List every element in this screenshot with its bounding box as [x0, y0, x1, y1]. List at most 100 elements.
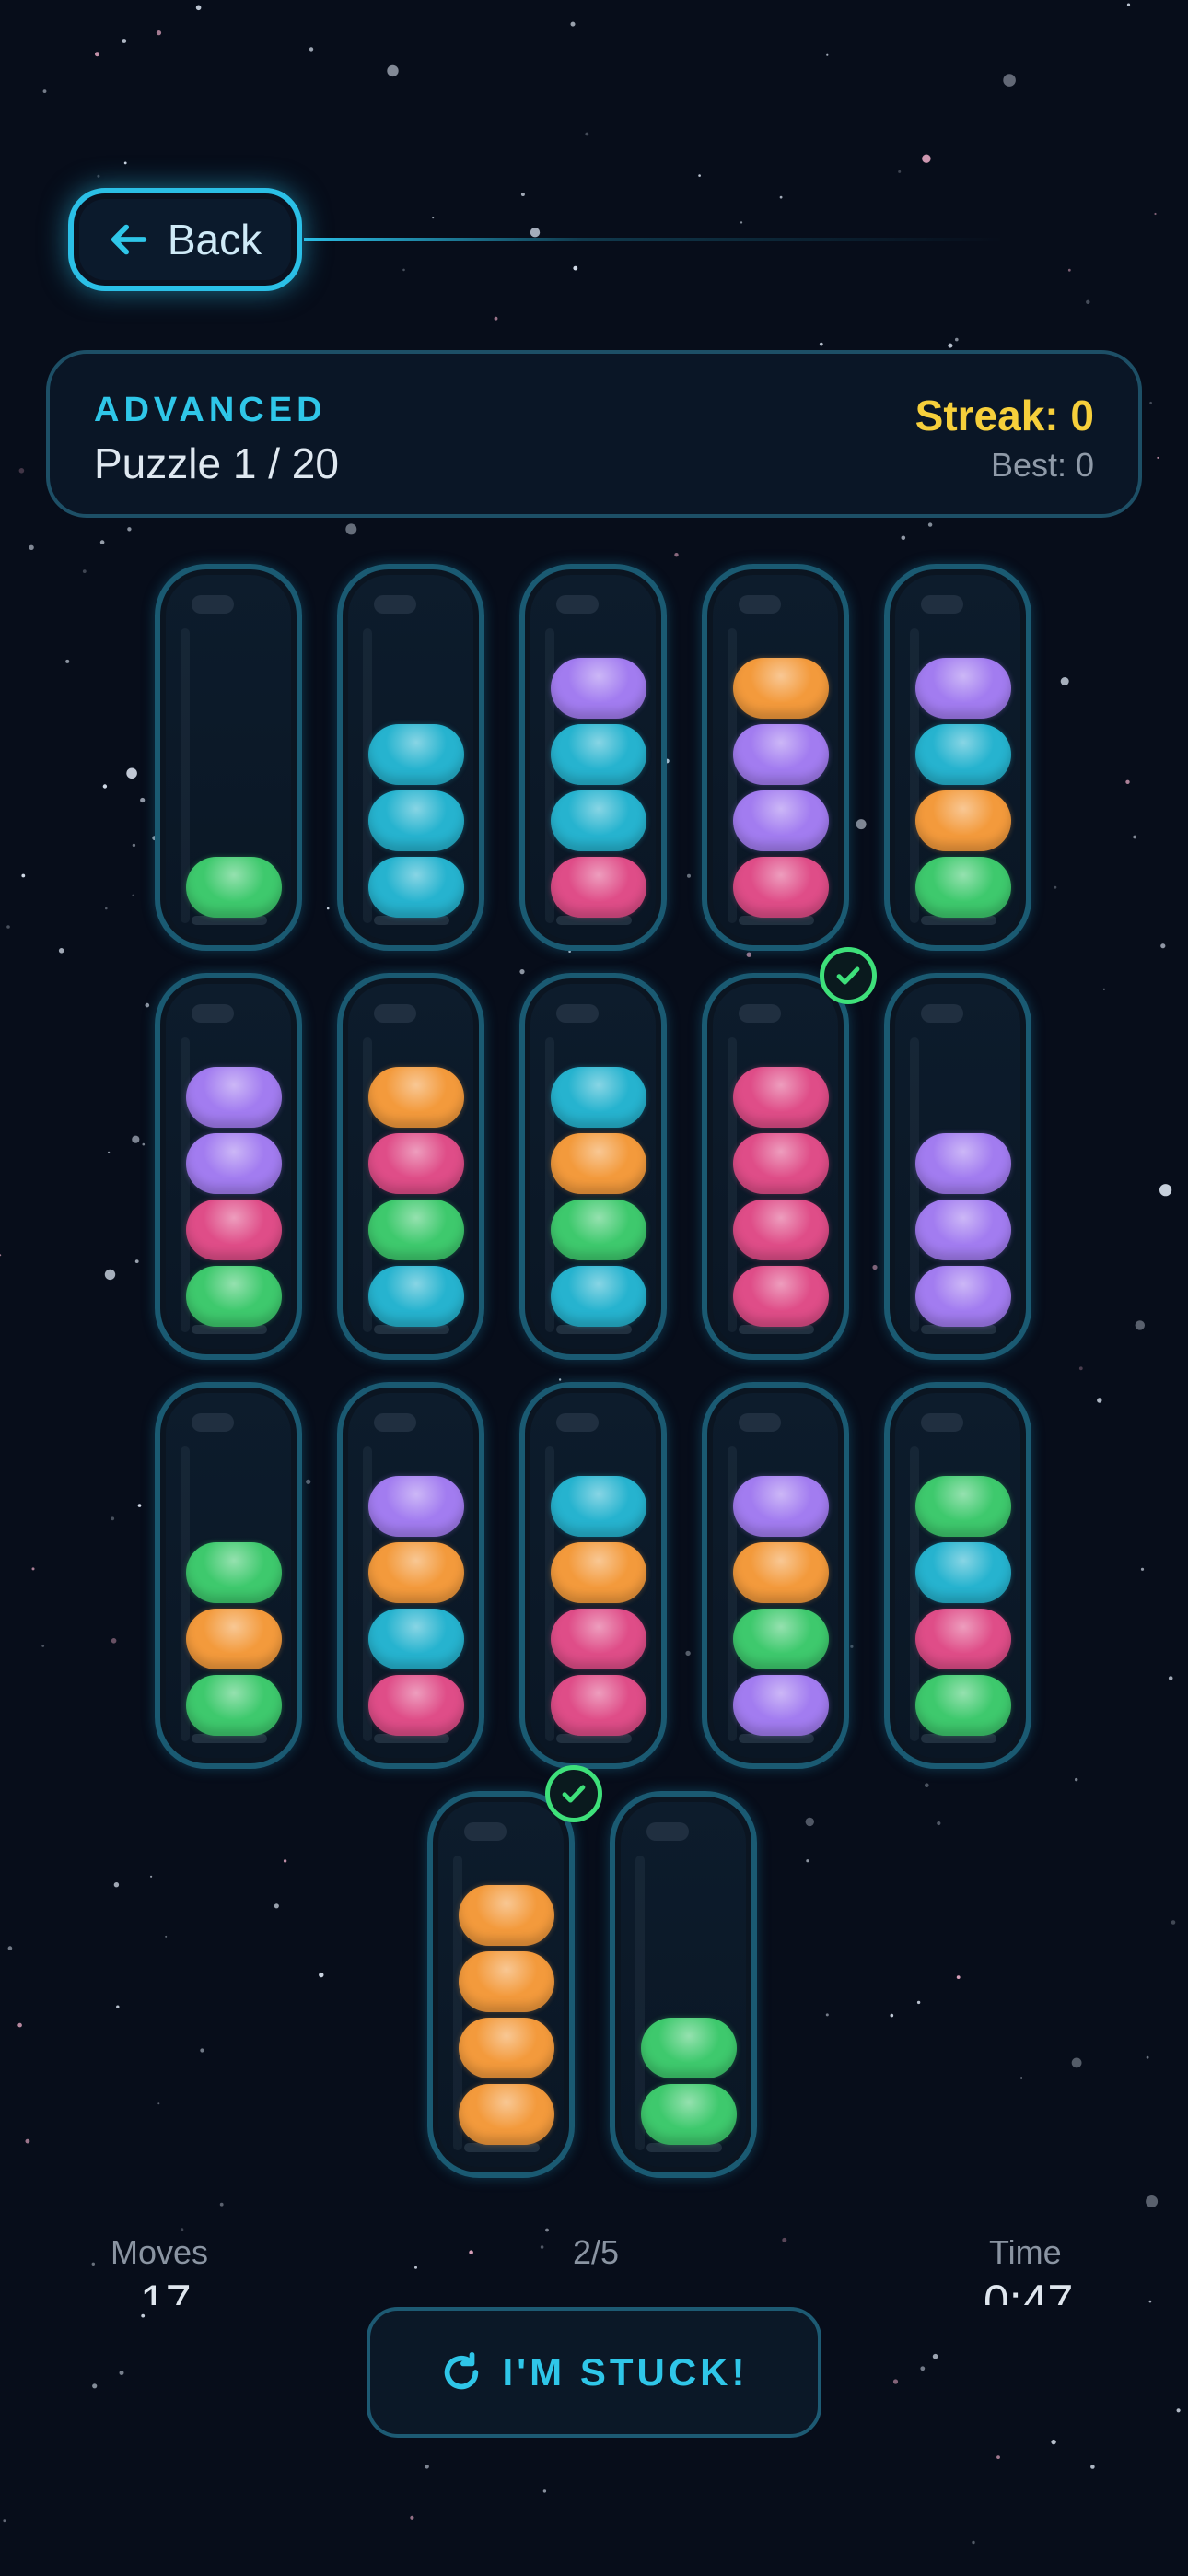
- tubes-solved-progress: 2/5: [573, 2233, 620, 2271]
- orange-ball: [368, 1542, 464, 1603]
- pink-ball: [186, 1200, 282, 1260]
- pink-ball: [733, 857, 829, 918]
- difficulty-label: ADVANCED: [94, 391, 327, 429]
- tube-1[interactable]: [155, 564, 302, 951]
- orange-ball: [459, 1885, 554, 1946]
- complete-check-icon: [545, 1765, 602, 1822]
- tube-12[interactable]: [337, 1382, 484, 1769]
- green-ball: [186, 1542, 282, 1603]
- cyan-ball: [551, 1476, 646, 1537]
- cyan-ball: [551, 1266, 646, 1327]
- cyan-ball: [551, 724, 646, 785]
- tube-highlight: [556, 1413, 599, 1432]
- cyan-ball: [368, 790, 464, 851]
- tube-7[interactable]: [337, 973, 484, 1360]
- cyan-ball: [368, 857, 464, 918]
- cyan-ball: [368, 1609, 464, 1669]
- green-ball: [641, 2018, 737, 2078]
- green-ball: [186, 1266, 282, 1327]
- back-button[interactable]: Back: [68, 188, 302, 291]
- purple-ball: [915, 1266, 1011, 1327]
- puzzle-counter: Puzzle 1 / 20: [94, 439, 339, 487]
- cyan-ball: [915, 724, 1011, 785]
- purple-ball: [733, 724, 829, 785]
- purple-ball: [915, 1200, 1011, 1260]
- tube-highlight: [556, 595, 599, 614]
- orange-ball: [459, 1951, 554, 2012]
- best-score: Best: 0: [990, 446, 1094, 484]
- tube-highlight: [192, 595, 234, 614]
- green-ball: [733, 1609, 829, 1669]
- purple-ball: [186, 1067, 282, 1128]
- im-stuck-button[interactable]: I'M STUCK!: [367, 2307, 821, 2438]
- orange-ball: [368, 1067, 464, 1128]
- tube-highlight: [374, 1004, 416, 1023]
- pink-ball: [551, 857, 646, 918]
- moves-value: 17: [140, 2276, 192, 2305]
- pink-ball: [733, 1200, 829, 1260]
- purple-ball: [368, 1476, 464, 1537]
- tube-17[interactable]: [610, 1791, 757, 2178]
- pink-ball: [915, 1609, 1011, 1669]
- tube-15[interactable]: [884, 1382, 1031, 1769]
- time-value: 0:47: [984, 2276, 1074, 2305]
- purple-ball: [733, 1476, 829, 1537]
- tube-8[interactable]: [519, 973, 667, 1360]
- arrow-left-icon: [111, 224, 147, 255]
- purple-ball: [915, 1133, 1011, 1194]
- tube-highlight: [374, 595, 416, 614]
- tube-highlight: [921, 595, 963, 614]
- moves-label: Moves: [111, 2233, 209, 2271]
- tube-13[interactable]: [519, 1382, 667, 1769]
- tube-highlight: [556, 1004, 599, 1023]
- cyan-ball: [551, 1067, 646, 1128]
- tube-2[interactable]: [337, 564, 484, 951]
- tube-16[interactable]: [427, 1791, 575, 2178]
- pink-ball: [551, 1675, 646, 1736]
- green-ball: [368, 1200, 464, 1260]
- purple-ball: [733, 1675, 829, 1736]
- tube-highlight: [739, 595, 781, 614]
- streak-counter: Streak: 0: [914, 392, 1094, 439]
- orange-ball: [459, 2084, 554, 2145]
- green-ball: [551, 1200, 646, 1260]
- pink-ball: [551, 1609, 646, 1669]
- tube-14[interactable]: [702, 1382, 849, 1769]
- tube-10[interactable]: [884, 973, 1031, 1360]
- tube-6[interactable]: [155, 973, 302, 1360]
- tube-9[interactable]: [702, 973, 849, 1360]
- purple-ball: [733, 790, 829, 851]
- complete-check-icon: [820, 947, 877, 1004]
- tube-highlight: [739, 1413, 781, 1432]
- green-ball: [915, 857, 1011, 918]
- orange-ball: [459, 2018, 554, 2078]
- orange-ball: [551, 1542, 646, 1603]
- tube-11[interactable]: [155, 1382, 302, 1769]
- tube-4[interactable]: [702, 564, 849, 951]
- green-ball: [186, 857, 282, 918]
- orange-ball: [733, 658, 829, 719]
- cyan-ball: [915, 1542, 1011, 1603]
- tube-3[interactable]: [519, 564, 667, 951]
- purple-ball: [551, 658, 646, 719]
- header-divider-line: [304, 238, 1004, 241]
- pink-ball: [733, 1133, 829, 1194]
- tube-highlight: [921, 1413, 963, 1432]
- green-ball: [915, 1675, 1011, 1736]
- tube-highlight: [374, 1413, 416, 1432]
- green-ball: [641, 2084, 737, 2145]
- pink-ball: [368, 1675, 464, 1736]
- green-ball: [186, 1675, 282, 1736]
- tube-highlight: [921, 1004, 963, 1023]
- tube-highlight: [192, 1004, 234, 1023]
- tube-5[interactable]: [884, 564, 1031, 951]
- purple-ball: [915, 658, 1011, 719]
- im-stuck-label: I'M STUCK!: [502, 2350, 749, 2394]
- cyan-ball: [368, 724, 464, 785]
- back-label: Back: [167, 216, 262, 263]
- refresh-icon: [444, 2351, 478, 2390]
- pink-ball: [733, 1067, 829, 1128]
- tube-highlight: [192, 1413, 234, 1432]
- pink-ball: [368, 1133, 464, 1194]
- purple-ball: [186, 1133, 282, 1194]
